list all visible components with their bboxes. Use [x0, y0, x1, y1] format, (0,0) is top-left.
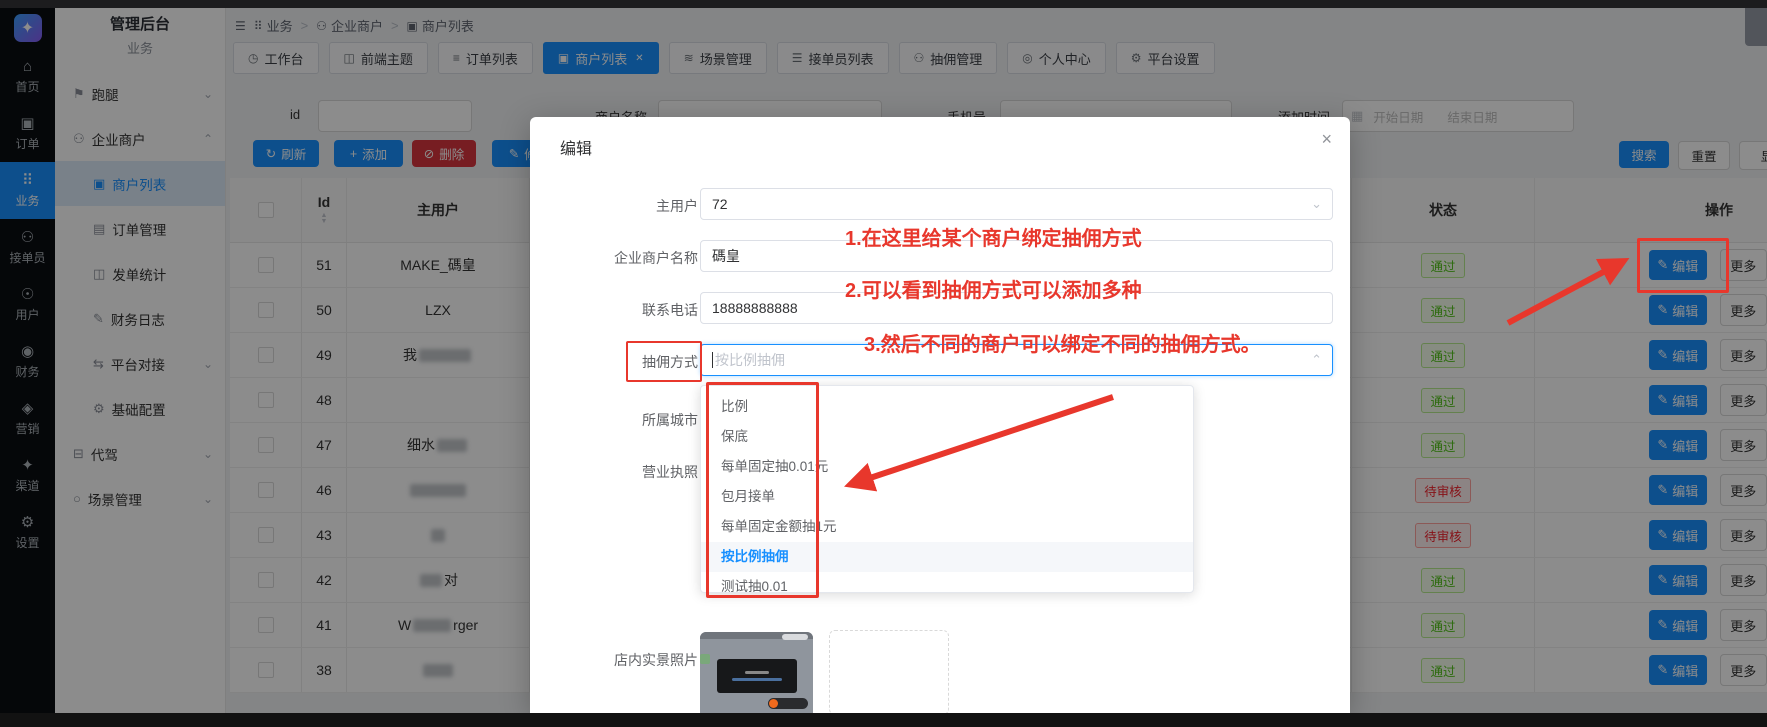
annotation-note-3: 3.然后不同的商户可以绑定不同的抽佣方式。	[864, 328, 1261, 357]
dropdown-option[interactable]: 每单固定抽0.01元	[701, 452, 1193, 482]
close-icon[interactable]: ×	[1321, 129, 1332, 150]
city-label: 所属城市	[540, 410, 698, 430]
dropdown-option[interactable]: 测试抽0.01	[701, 572, 1193, 593]
text-caret	[712, 352, 713, 368]
chevron-up-icon: ⌃	[1311, 352, 1322, 368]
modal-title: 编辑	[560, 135, 592, 159]
dropdown-option[interactable]: 每单固定金额抽1元	[701, 512, 1193, 542]
dropdown-option[interactable]: 按比例抽佣	[701, 542, 1193, 572]
store-photo-thumbnail[interactable]	[700, 632, 813, 713]
bottom-strip	[0, 713, 1767, 727]
merchant-name-label: 企业商户名称	[540, 248, 698, 268]
corner-square	[1745, 8, 1767, 46]
phone-label: 联系电话	[540, 300, 698, 320]
admin-screen: ✦ ⌂首页▣订单⠿业务⚇接单员☉用户◉财务◈营销✦渠道⚙设置 管理后台 业务 ⚑…	[0, 0, 1767, 727]
commission-dropdown: 比例保底每单固定抽0.01元包月接单每单固定金额抽1元按比例抽佣测试抽0.01	[700, 385, 1194, 593]
main-user-label: 主用户	[540, 196, 698, 216]
main-user-select[interactable]: 72 ⌄	[700, 188, 1333, 220]
photo-upload-box[interactable]	[829, 630, 949, 715]
annotation-note-2: 2.可以看到抽佣方式可以添加多种	[845, 274, 1142, 303]
dropdown-option[interactable]: 保底	[701, 422, 1193, 452]
commission-label: 抽佣方式	[540, 352, 698, 372]
store-photos-label: 店内实景照片	[540, 650, 698, 670]
license-label: 营业执照	[540, 462, 698, 482]
edit-modal: 编辑 × 主用户 72 ⌄ 企业商户名称 碼皇 联系电话 18888888888…	[530, 117, 1350, 713]
dropdown-option[interactable]: 包月接单	[701, 482, 1193, 512]
annotation-note-1: 1.在这里给某个商户绑定抽佣方式	[845, 222, 1142, 251]
chevron-down-icon: ⌄	[1311, 196, 1322, 212]
dropdown-option[interactable]: 比例	[701, 392, 1193, 422]
top-strip	[0, 0, 1767, 8]
commission-placeholder: 按比例抽佣	[715, 350, 785, 370]
